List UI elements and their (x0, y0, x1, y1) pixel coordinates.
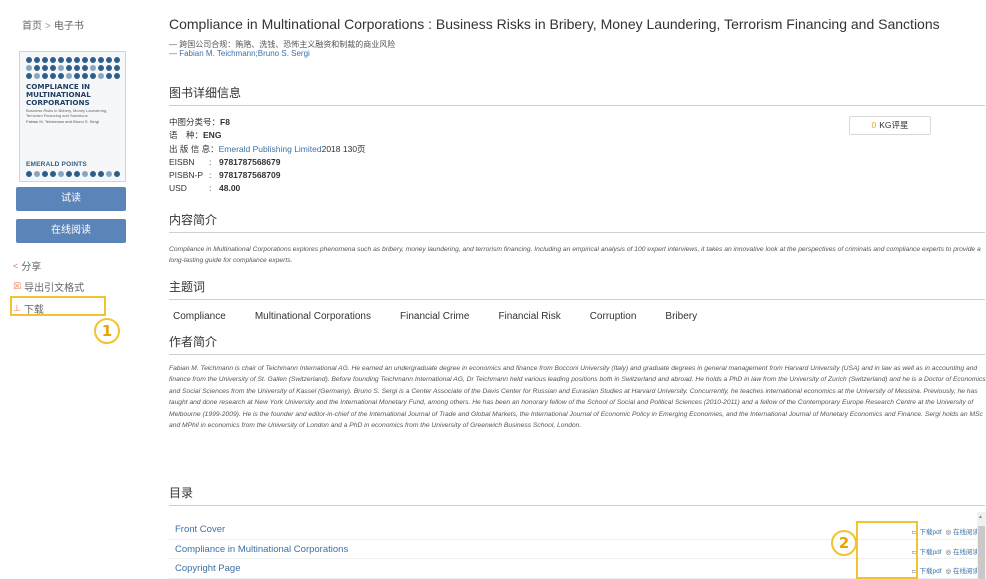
toc-item-link[interactable]: Compliance in Multinational Corporations (175, 544, 348, 555)
meta-value-publisher-rest: 2018 130页 (321, 143, 366, 154)
meta-row-language: 语 种： ENG (169, 129, 366, 142)
cover-dot-pattern (20, 52, 125, 79)
scroll-up-icon[interactable]: ▲ (978, 514, 983, 520)
keyword-item[interactable]: Financial Risk (498, 311, 560, 322)
meta-row-pisbn: PISBN-P : 9781787568709 (169, 169, 366, 182)
keyword-list: Compliance Multinational Corporations Fi… (173, 311, 697, 322)
breadcrumb-current[interactable]: 电子书 (54, 21, 84, 32)
meta-label-clc: 中图分类号： (169, 117, 221, 127)
left-sidebar: 首页 > 电子书 COMPLIANCE IN MULTINATIONAL CORPO… (0, 0, 150, 579)
meta-label-eisbn: EISBN (169, 156, 195, 167)
meta-row-publisher: 出 版 信 息： Emerald Publishing Limited 2018… (169, 143, 366, 156)
book-metadata: 中图分类号： F8 语 种： ENG 出 版 信 息： Emerald Publ… (169, 116, 366, 196)
toc-download-label: 下载pdf (919, 548, 942, 556)
breadcrumb-separator: > (45, 21, 51, 32)
share-link[interactable]: < 分享 (13, 258, 42, 274)
book-title: Compliance in Multinational Corporations… (169, 16, 940, 32)
share-label: 分享 (21, 262, 42, 273)
toc-item-link[interactable]: Front Cover (175, 524, 225, 535)
try-read-button[interactable]: 试读 (16, 187, 126, 211)
cover-dot-pattern-bottom (20, 171, 125, 177)
cover-title: COMPLIANCE IN MULTINATIONAL CORPORATIONS (26, 82, 91, 107)
toc-online-read-button[interactable]: ◎ 在线阅读 (946, 546, 979, 556)
meta-colon: : (209, 170, 212, 181)
section-heading-toc: 目录 (169, 484, 985, 506)
eye-icon: ◎ (945, 529, 952, 536)
keyword-item[interactable]: Compliance (173, 311, 226, 322)
toc-download-label: 下载pdf (919, 529, 942, 536)
eye-icon: ◎ (945, 568, 952, 575)
scrollbar-thumb[interactable] (978, 526, 985, 579)
toc-read-label: 在线阅读 (953, 568, 979, 575)
kg-rating-button[interactable]: 0 KG评星 (849, 116, 931, 135)
section-heading-detail: 图书详细信息 (169, 84, 985, 106)
toc-actions: ▭ 下载pdf ◎ 在线阅读 (912, 546, 980, 556)
keyword-item[interactable]: Multinational Corporations (255, 311, 371, 322)
keyword-item[interactable]: Bribery (665, 311, 697, 322)
export-icon: ☒ (13, 281, 22, 291)
breadcrumb-home-link[interactable]: 首页 (22, 21, 42, 32)
toc-actions: ▭ 下载pdf ◎ 在线阅读 (912, 526, 980, 536)
share-icon: < (13, 260, 19, 271)
meta-value-eisbn: 9781787568679 (219, 156, 281, 167)
meta-value-clc: F8 (220, 117, 230, 127)
toc-read-label: 在线阅读 (953, 548, 979, 556)
book-authors-link[interactable]: — Fabian M. Teichmann;Bruno S. Sergi (169, 49, 310, 58)
cover-subtitle: Business Risks in Bribery, Money Launder… (26, 108, 108, 118)
intro-paragraph: Compliance in Multinational Corporations… (169, 246, 981, 265)
meta-label-language: 语 种： (169, 130, 204, 141)
kg-rating-label: KG评星 (879, 120, 909, 130)
cover-publisher: EMERALD POINTS (26, 161, 87, 168)
export-label: 导出引文格式 (24, 283, 85, 294)
meta-label-pisbn: PISBN-P (169, 170, 204, 181)
meta-value-pisbn: 9781787568709 (219, 170, 281, 181)
section-heading-keywords: 主题词 (169, 278, 985, 300)
toc-item-link[interactable]: Copyright Page (175, 563, 240, 574)
meta-row-clc: 中图分类号： F8 (169, 116, 366, 129)
meta-row-eisbn: EISBN : 9781787568679 (169, 156, 366, 169)
meta-value-publisher-link[interactable]: Emerald Publishing Limited (219, 143, 322, 156)
toc-scrollbar[interactable]: ▲ (977, 512, 986, 579)
toc-actions: ▭ 下载pdf ◎ 在线阅读 (912, 565, 980, 575)
meta-value-language: ENG (203, 130, 222, 141)
toc-online-read-button[interactable]: ◎ 在线阅读 (946, 565, 979, 575)
meta-colon: : (209, 156, 212, 167)
toc-download-label: 下载pdf (919, 568, 942, 575)
meta-value-usd: 48.00 (219, 183, 241, 194)
annotation-marker-1: 1 (94, 318, 120, 344)
keyword-item[interactable]: Corruption (590, 311, 637, 322)
toc-read-label: 在线阅读 (953, 529, 979, 536)
breadcrumb: 首页 > 电子书 (22, 17, 84, 32)
meta-colon: : (209, 183, 212, 194)
section-heading-intro: 内容简介 (169, 211, 985, 233)
annotation-marker-2: 2 (831, 530, 857, 556)
toc-online-read-button[interactable]: ◎ 在线阅读 (946, 526, 979, 536)
download-highlight-box (10, 296, 106, 316)
section-heading-author: 作者简介 (169, 333, 985, 355)
cover-authors: Fabian M. Teichmann and Bruno S. Sergi (26, 119, 100, 124)
author-paragraph: Fabian M. Teichmann is chair of Teichman… (169, 365, 986, 430)
meta-label-usd: USD (169, 183, 187, 194)
kg-rating-count: 0 (871, 120, 877, 130)
book-cover-image: COMPLIANCE IN MULTINATIONAL CORPORATIONS… (19, 51, 126, 182)
meta-label-publisher: 出 版 信 息： (169, 143, 219, 154)
export-citation-link[interactable]: ☒ 导出引文格式 (13, 279, 84, 294)
meta-row-usd: USD : 48.00 (169, 182, 366, 195)
online-read-button[interactable]: 在线阅读 (16, 219, 126, 243)
download-pdf-highlight-box (856, 521, 918, 579)
eye-icon: ◎ (945, 548, 952, 556)
keyword-item[interactable]: Financial Crime (400, 311, 469, 322)
